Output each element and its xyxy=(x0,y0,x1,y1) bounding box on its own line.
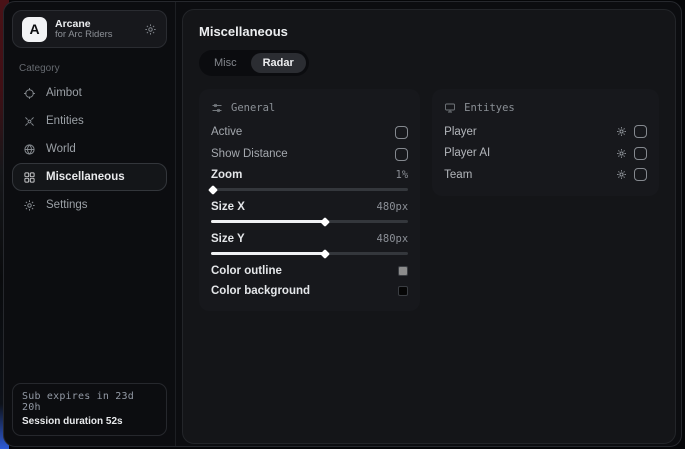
row-zoom: Zoom 1% xyxy=(211,165,408,185)
crosshair-icon xyxy=(23,87,36,100)
globe-icon xyxy=(23,143,36,156)
sidebar: A Arcane for Arc Riders Category xyxy=(4,2,176,446)
player-ai-checkbox[interactable] xyxy=(634,147,647,160)
team-label: Team xyxy=(444,169,472,181)
row-color-background: Color background xyxy=(211,281,408,301)
player-ai-label: Player AI xyxy=(444,147,490,159)
size-x-slider[interactable] xyxy=(211,217,408,226)
brand-gear-icon[interactable] xyxy=(144,23,157,36)
brand-title: Arcane xyxy=(55,18,113,30)
slider-fill xyxy=(211,220,325,223)
slider-thumb[interactable] xyxy=(320,217,330,227)
team-settings-gear-icon[interactable] xyxy=(616,169,627,180)
active-label: Active xyxy=(211,126,242,138)
row-size-y: Size Y 480px xyxy=(211,229,408,249)
row-active: Active xyxy=(211,121,408,143)
row-color-outline: Color outline xyxy=(211,261,408,281)
entities-card: Entityes Player xyxy=(432,89,659,196)
session-duration-text: Session duration 52s xyxy=(22,416,157,427)
sidebar-item-label: Settings xyxy=(46,199,88,211)
player-settings-gear-icon[interactable] xyxy=(616,126,627,137)
size-y-label: Size Y xyxy=(211,233,245,245)
size-y-value: 480px xyxy=(377,233,409,245)
slider-thumb[interactable] xyxy=(208,185,218,195)
entities-card-title: Entityes xyxy=(464,102,515,114)
brand-subtitle: for Arc Riders xyxy=(55,30,113,41)
brand-logo: A xyxy=(22,17,47,42)
page-title: Miscellaneous xyxy=(199,24,659,39)
sidebar-item-label: Miscellaneous xyxy=(46,171,125,183)
zoom-value: 1% xyxy=(396,169,409,181)
sliders-icon xyxy=(211,102,223,114)
grid-icon xyxy=(23,171,36,184)
color-outline-label: Color outline xyxy=(211,265,282,277)
sidebar-item-miscellaneous[interactable]: Miscellaneous xyxy=(12,163,167,191)
category-label: Category xyxy=(19,63,167,74)
tab-radar[interactable]: Radar xyxy=(251,53,306,73)
player-checkbox[interactable] xyxy=(634,125,647,138)
sidebar-item-label: World xyxy=(46,143,76,155)
sidebar-item-settings[interactable]: Settings xyxy=(12,191,167,219)
size-x-label: Size X xyxy=(211,201,245,213)
team-checkbox[interactable] xyxy=(634,168,647,181)
tab-misc[interactable]: Misc xyxy=(202,53,249,73)
row-size-x: Size X 480px xyxy=(211,197,408,217)
size-y-slider[interactable] xyxy=(211,249,408,258)
sidebar-item-aimbot[interactable]: Aimbot xyxy=(12,79,167,107)
slider-track[interactable] xyxy=(211,220,408,223)
brand-text: Arcane for Arc Riders xyxy=(55,18,113,41)
show-distance-label: Show Distance xyxy=(211,148,288,160)
zoom-label: Zoom xyxy=(211,169,242,181)
tab-group: Misc Radar xyxy=(199,50,309,76)
row-player: Player xyxy=(444,121,647,143)
brand-card: A Arcane for Arc Riders xyxy=(12,10,167,48)
show-distance-checkbox[interactable] xyxy=(395,148,408,161)
slider-track[interactable] xyxy=(211,188,408,191)
sidebar-item-label: Aimbot xyxy=(46,87,82,99)
sidebar-item-world[interactable]: World xyxy=(12,135,167,163)
subscription-card: Sub expires in 23d 20h Session duration … xyxy=(12,383,167,436)
gear-icon xyxy=(23,199,36,212)
app-window: A Arcane for Arc Riders Category xyxy=(3,1,682,447)
monitor-icon xyxy=(444,102,456,114)
active-checkbox[interactable] xyxy=(395,126,408,139)
sidebar-item-entities[interactable]: Entities xyxy=(12,107,167,135)
sub-expires-text: Sub expires in 23d 20h xyxy=(22,391,157,413)
color-background-label: Color background xyxy=(211,285,310,297)
main-panel: Miscellaneous Misc Radar General xyxy=(182,9,676,444)
general-card-title: General xyxy=(231,102,275,114)
player-ai-settings-gear-icon[interactable] xyxy=(616,148,627,159)
size-x-value: 480px xyxy=(377,201,409,213)
row-team: Team xyxy=(444,164,647,186)
color-outline-swatch[interactable] xyxy=(398,266,408,276)
slider-thumb[interactable] xyxy=(320,249,330,259)
zoom-slider[interactable] xyxy=(211,185,408,194)
entities-icon xyxy=(23,115,36,128)
player-label: Player xyxy=(444,126,477,138)
color-background-swatch[interactable] xyxy=(398,286,408,296)
general-card: General Active Show Distance Zoom 1% xyxy=(199,89,420,311)
row-player-ai: Player AI xyxy=(444,143,647,165)
row-show-distance: Show Distance xyxy=(211,143,408,165)
slider-track[interactable] xyxy=(211,252,408,255)
screen: A Arcane for Arc Riders Category xyxy=(0,0,685,449)
slider-fill xyxy=(211,252,325,255)
sidebar-item-label: Entities xyxy=(46,115,84,127)
